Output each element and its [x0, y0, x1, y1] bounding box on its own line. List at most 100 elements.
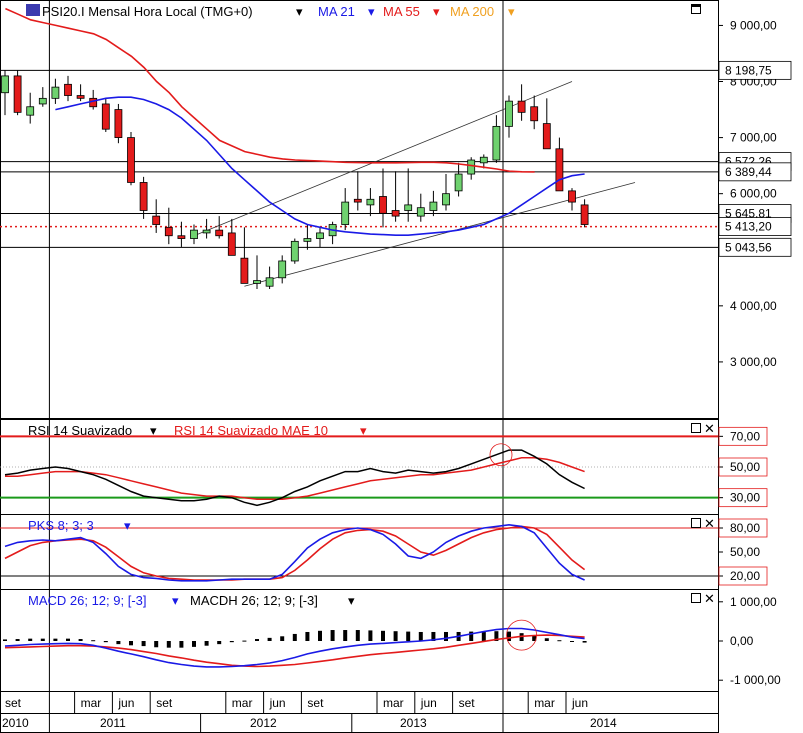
- chart-title[interactable]: PSI20.I Mensal Hora Local (TMG+0): [42, 4, 253, 19]
- year-label-1: 2011: [100, 716, 126, 730]
- pks-close-icon[interactable]: ✕: [704, 516, 715, 531]
- rsi-title[interactable]: RSI 14 Suavizado: [28, 423, 132, 438]
- price-label-2: 6 389,44: [725, 165, 772, 179]
- candle-0: [1, 75, 9, 94]
- candle-38: [479, 156, 488, 164]
- macdh-dropdown-icon[interactable]: ▾: [348, 593, 355, 608]
- macdh-bar-18: [229, 641, 234, 643]
- candle-19: [240, 257, 249, 284]
- candle-14: [177, 235, 186, 239]
- candle-41: [517, 100, 526, 113]
- price-y-tick-label-5: 4 000,00: [730, 299, 777, 313]
- legend-ma21-dropdown-icon[interactable]: ▾: [368, 4, 375, 19]
- pks-title[interactable]: PKS 8; 3; 3: [28, 518, 94, 533]
- macd-dropdown-icon[interactable]: ▾: [172, 593, 179, 608]
- candle-2: [26, 106, 35, 116]
- macdh-bar-9: [116, 641, 121, 645]
- macdh-bar-0: [3, 639, 7, 641]
- candle-43: [542, 123, 551, 150]
- macdh-bar-13: [166, 641, 171, 648]
- month-label-11: jun: [571, 696, 588, 710]
- rsi-close-icon[interactable]: ✕: [704, 421, 715, 436]
- macdh-bar-26: [330, 630, 335, 641]
- candle-4: [51, 86, 60, 99]
- price-label-5: 5 043,56: [725, 240, 772, 254]
- macdh-bar-32: [406, 631, 411, 641]
- candle-37: [467, 159, 476, 175]
- legend-ma200-dropdown-icon[interactable]: ▾: [508, 4, 515, 19]
- pks-y-tick-label-0: 80,00: [730, 521, 760, 535]
- candle-12: [152, 215, 161, 225]
- candle-30: [379, 196, 387, 214]
- candle-40: [505, 100, 513, 127]
- macdh-bar-4: [53, 638, 58, 641]
- candle-11: [139, 182, 148, 211]
- macdh-bar-22: [280, 636, 285, 641]
- instrument-icon[interactable]: [26, 4, 40, 16]
- macdh-bar-31: [393, 631, 398, 641]
- macdh-bar-10: [129, 641, 133, 646]
- candle-23: [290, 240, 299, 262]
- candle-7: [89, 97, 98, 108]
- month-label-7: mar: [383, 696, 404, 710]
- legend-ma55[interactable]: MA 55: [383, 4, 420, 19]
- month-label-3: set: [156, 696, 173, 710]
- macdh-bar-23: [292, 633, 297, 641]
- candle-36: [454, 173, 463, 192]
- candle-35: [442, 193, 450, 206]
- macdh-bar-21: [267, 637, 272, 641]
- rsi-y-tick-label-1: 50,00: [730, 460, 760, 474]
- macd-title[interactable]: MACD 26; 12; 9; [-3]: [28, 593, 147, 608]
- year-label-2: 2012: [250, 716, 277, 730]
- year-label-3: 2013: [400, 716, 427, 730]
- candle-31: [391, 210, 400, 217]
- candle-21: [265, 277, 274, 287]
- pks-panel-frame: [0, 514, 719, 590]
- candle-13: [164, 226, 173, 237]
- macdh-bar-38: [481, 631, 486, 641]
- candle-15: [190, 229, 198, 239]
- macdh-bar-15: [192, 641, 196, 647]
- price-label-4: 5 413,20: [725, 220, 772, 234]
- month-label-5: jun: [269, 696, 286, 710]
- month-label-6: set: [307, 696, 324, 710]
- legend-ma21[interactable]: MA 21: [318, 4, 355, 19]
- price-y-tick-label-6: 3 000,00: [730, 355, 777, 369]
- candle-22: [278, 260, 287, 279]
- rsi-y-tick-label-2: 30,00: [730, 491, 760, 505]
- month-label-0: set: [5, 696, 22, 710]
- macdh-bar-2: [28, 638, 33, 641]
- pks-dropdown-icon[interactable]: ▾: [124, 518, 131, 533]
- macdh-bar-27: [343, 630, 348, 641]
- macdh-bar-12: [154, 641, 159, 648]
- candle-28: [353, 198, 362, 203]
- candle-9: [114, 109, 123, 138]
- candle-46: [580, 204, 589, 225]
- legend-ma55-dropdown-icon[interactable]: ▾: [433, 4, 440, 19]
- macdh-bar-35: [444, 631, 448, 641]
- pks-y-tick-label-1: 50,00: [730, 545, 760, 559]
- macdh-bar-24: [305, 631, 310, 641]
- year-label-0: 2010: [2, 716, 29, 730]
- rsi-ma-dropdown-icon[interactable]: ▾: [360, 423, 367, 438]
- candle-34: [429, 201, 438, 211]
- title-dropdown-icon[interactable]: ▾: [296, 4, 303, 19]
- rsi-ma-title[interactable]: RSI 14 Suavizado MAE 10: [174, 423, 328, 438]
- price-y-tick-label-0: 9 000,00: [730, 18, 777, 32]
- candle-6: [76, 95, 85, 99]
- macdh-title[interactable]: MACDH 26; 12; 9; [-3]: [190, 593, 318, 608]
- candle-1: [13, 75, 22, 113]
- candle-10: [127, 137, 135, 183]
- candle-44: [555, 148, 564, 192]
- legend-ma200[interactable]: MA 200: [450, 4, 494, 19]
- rsi-dropdown-icon[interactable]: ▾: [150, 423, 157, 438]
- candle-27: [341, 201, 350, 225]
- macdh-bar-44: [557, 640, 562, 642]
- macdh-bar-5: [66, 638, 70, 641]
- macdh-bar-3: [40, 638, 45, 641]
- macd-close-icon[interactable]: ✕: [704, 591, 715, 606]
- macdh-bar-17: [217, 641, 222, 645]
- candle-45: [568, 190, 576, 203]
- chart-canvas: 9 000,008 000,007 000,006 000,005 000,00…: [0, 0, 803, 733]
- candle-32: [404, 204, 413, 211]
